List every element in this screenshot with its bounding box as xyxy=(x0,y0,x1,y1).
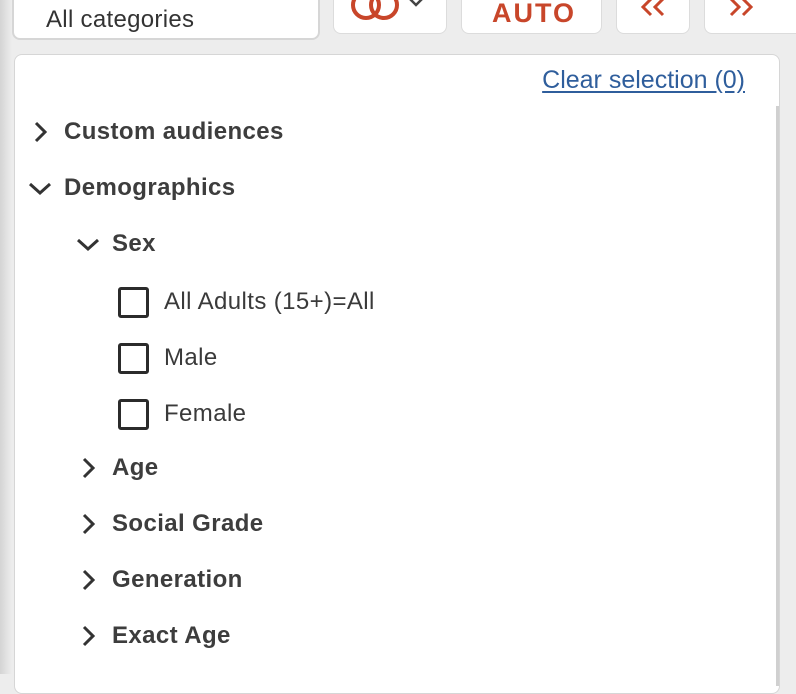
tree-item-label: Demographics xyxy=(64,174,236,201)
audience-overlap-button[interactable] xyxy=(333,0,447,34)
tree-item-label: Generation xyxy=(112,566,243,593)
scrollbar[interactable] xyxy=(776,106,779,686)
chevron-down-icon xyxy=(28,182,52,196)
tree-item-demographics[interactable]: Demographics xyxy=(27,168,236,208)
category-select-value: All categories xyxy=(46,6,195,33)
option-label: All Adults (15+)=All xyxy=(164,288,375,315)
option-female[interactable]: Female xyxy=(118,394,246,434)
tree-item-label: Social Grade xyxy=(112,510,264,537)
tree-item-generation[interactable]: Generation xyxy=(75,560,243,600)
linked-rings-icon xyxy=(351,0,423,20)
next-button[interactable] xyxy=(704,0,796,34)
tree-item-label: Age xyxy=(112,454,159,481)
double-chevron-right-icon xyxy=(729,0,754,17)
checkbox[interactable] xyxy=(118,398,149,430)
auto-label: AUTO xyxy=(492,0,577,28)
double-chevron-left-icon xyxy=(640,0,665,17)
option-label: Male xyxy=(164,344,218,371)
tree-item-label: Exact Age xyxy=(112,622,231,649)
tree-item-social-grade[interactable]: Social Grade xyxy=(75,504,264,544)
chevron-right-icon xyxy=(82,457,96,479)
auto-button[interactable]: AUTO xyxy=(461,0,602,34)
option-male[interactable]: Male xyxy=(118,338,218,378)
chevron-right-icon xyxy=(82,625,96,647)
tree-item-custom-audiences[interactable]: Custom audiences xyxy=(27,112,284,152)
tree-item-label: Custom audiences xyxy=(64,118,284,145)
checkbox[interactable] xyxy=(118,342,149,374)
category-select[interactable]: All categories xyxy=(12,0,320,40)
option-all-adults[interactable]: All Adults (15+)=All xyxy=(118,282,375,322)
tree-item-label: Sex xyxy=(112,230,156,257)
checkbox[interactable] xyxy=(118,286,149,318)
option-label: Female xyxy=(164,400,247,427)
tree-item-age[interactable]: Age xyxy=(75,448,159,488)
tree-item-exact-age[interactable]: Exact Age xyxy=(75,616,231,656)
chevron-right-icon xyxy=(82,513,96,535)
sidebar-shadow xyxy=(0,0,12,674)
chevron-right-icon xyxy=(82,569,96,591)
previous-button[interactable] xyxy=(616,0,690,34)
clear-selection-link[interactable]: Clear selection (0) xyxy=(542,66,745,95)
chevron-right-icon xyxy=(34,121,48,143)
tree-item-sex[interactable]: Sex xyxy=(75,224,156,264)
chevron-down-icon xyxy=(76,238,100,252)
